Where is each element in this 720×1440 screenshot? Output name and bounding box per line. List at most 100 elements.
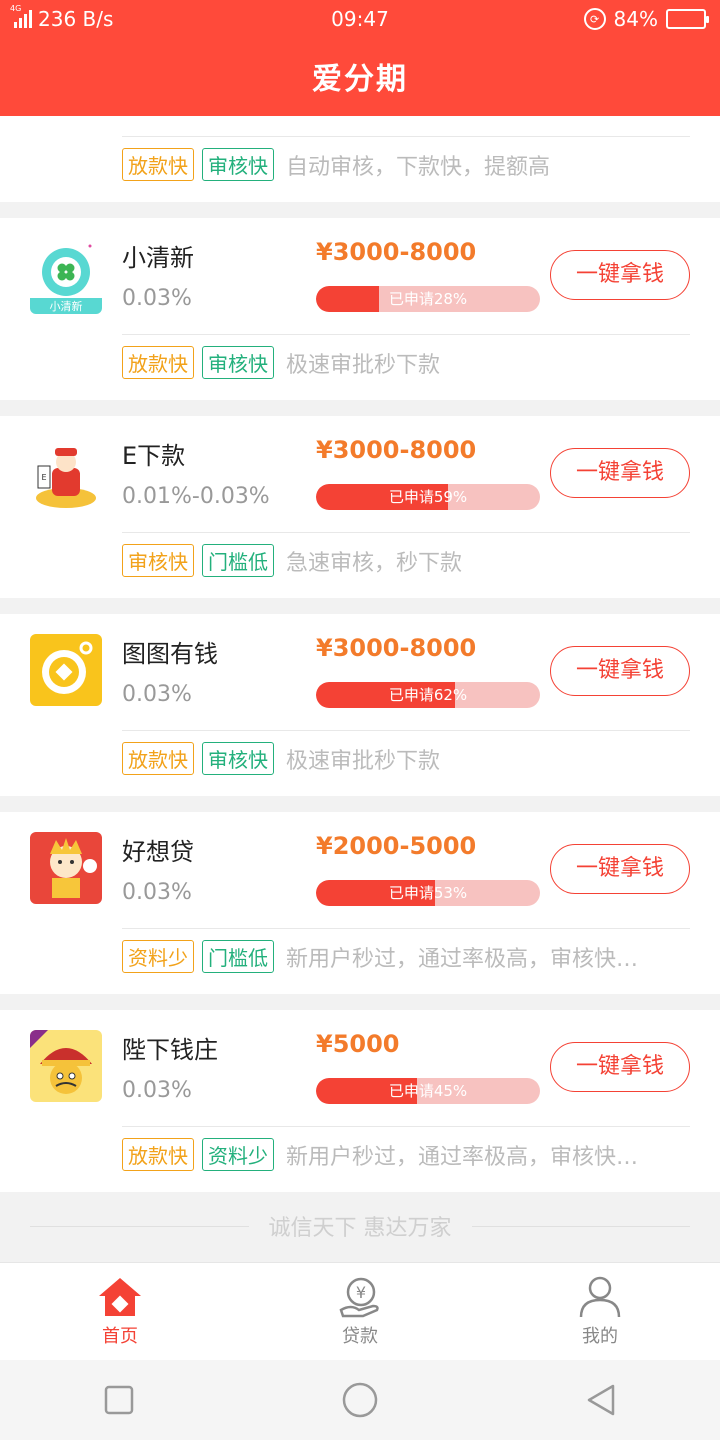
product-logo: E [30, 440, 102, 512]
product-description: 急速审核，秒下款 [286, 550, 463, 576]
home-button-icon[interactable] [341, 1381, 379, 1419]
applied-progress-bar: 已申请45% [316, 1078, 540, 1104]
page-title: 爱分期 [312, 62, 408, 97]
product-description: 极速审批秒下款 [286, 748, 441, 774]
tag-badge: 资料少 [202, 1138, 274, 1171]
rotation-lock-icon: ⟳ [583, 8, 606, 30]
tag-badge: 审核快 [202, 148, 274, 181]
loan-card[interactable]: 好想贷 0.03% ¥2000-5000 已申请53% 一键拿钱 资料少 门槛低… [0, 812, 720, 994]
product-description: 极速审批秒下款 [286, 352, 441, 378]
tag-row: 资料少 门槛低 新用户秒过，通过率极高，审核快… [122, 940, 690, 973]
get-money-button[interactable]: 一键拿钱 [550, 1042, 690, 1092]
interest-rate: 0.03% [122, 682, 192, 707]
product-description: 新用户秒过，通过率极高，审核快… [286, 1144, 639, 1170]
get-money-button[interactable]: 一键拿钱 [550, 448, 690, 498]
applied-percent-label: 已申请53% [388, 884, 468, 902]
applied-progress-bar: 已申请53% [316, 880, 540, 906]
divider [122, 532, 690, 533]
tag-badge: 审核快 [122, 544, 194, 577]
interest-rate: 0.03% [122, 880, 192, 905]
svg-text:¥: ¥ [356, 1283, 366, 1302]
logo-caption: 小清新 [49, 300, 83, 313]
applied-percent-label: 已申请28% [388, 290, 468, 308]
loan-card[interactable]: 图图有钱 0.03% ¥3000-8000 已申请62% 一键拿钱 放款快 审核… [0, 614, 720, 796]
divider [122, 1126, 690, 1127]
tag-badge: 放款快 [122, 1138, 194, 1171]
profile-icon [579, 1276, 621, 1317]
network-type: 4G [10, 4, 22, 13]
get-money-button[interactable]: 一键拿钱 [550, 250, 690, 300]
system-navigation-bar [0, 1360, 720, 1440]
loan-product-list[interactable]: 放款快 审核快 自动审核，下款快，提额高 小清新 小清新 0.03% ¥3000… [0, 116, 720, 1262]
tag-badge: 门槛低 [202, 940, 274, 973]
loan-amount: ¥3000-8000 [316, 634, 477, 662]
tag-badge: 放款快 [122, 148, 194, 181]
divider [30, 1225, 249, 1227]
product-description: 新用户秒过，通过率极高，审核快… [286, 946, 639, 972]
footer-slogan: 诚信天下 惠达万家 [30, 1206, 690, 1246]
tab-profile[interactable]: 我的 [480, 1263, 720, 1360]
tag-row: 放款快 审核快 极速审批秒下款 [122, 742, 690, 775]
tab-home[interactable]: 首页 [0, 1263, 240, 1360]
loan-amount: ¥5000 [316, 1030, 400, 1058]
product-name: 图图有钱 [122, 640, 218, 668]
divider [122, 136, 690, 137]
back-icon[interactable] [585, 1383, 617, 1417]
home-icon [99, 1277, 141, 1316]
recent-apps-icon[interactable] [103, 1384, 135, 1416]
applied-progress-bar: 已申请28% [316, 286, 540, 312]
product-name: 好想贷 [122, 838, 194, 866]
get-money-button[interactable]: 一键拿钱 [550, 844, 690, 894]
product-name: 陛下钱庄 [122, 1036, 218, 1064]
tab-label: 贷款 [342, 1325, 378, 1347]
tab-loan[interactable]: ¥ 贷款 [240, 1263, 480, 1360]
battery-icon [666, 9, 709, 29]
tag-row: 放款快 审核快 极速审批秒下款 [122, 346, 690, 379]
loan-icon: ¥ [339, 1277, 379, 1317]
bottom-tab-bar: 首页 ¥ 贷款 我的 [0, 1262, 720, 1360]
network-speed: 236 B/s [38, 7, 114, 31]
tag-badge: 审核快 [202, 346, 274, 379]
divider [471, 1225, 690, 1227]
loan-amount: ¥3000-8000 [316, 238, 477, 266]
tag-row: 审核快 门槛低 急速审核，秒下款 [122, 544, 690, 577]
tag-badge: 资料少 [122, 940, 194, 973]
status-bar: 4G 236 B/s 09:47 ⟳ 84% [0, 0, 720, 38]
tag-row: 放款快 资料少 新用户秒过，通过率极高，审核快… [122, 1138, 690, 1171]
tag-badge: 门槛低 [202, 544, 274, 577]
divider [122, 730, 690, 731]
applied-percent-label: 已申请45% [388, 1082, 468, 1100]
app-header: 4G 236 B/s 09:47 ⟳ 84% 爱分期 [0, 0, 720, 116]
interest-rate: 0.01%-0.03% [122, 484, 270, 509]
applied-progress-bar: 已申请62% [316, 682, 540, 708]
product-description: 自动审核，下款快，提额高 [286, 154, 551, 180]
product-logo [30, 832, 102, 904]
tag-badge: 放款快 [122, 742, 194, 775]
loan-card-partial: 放款快 审核快 自动审核，下款快，提额高 [0, 116, 720, 202]
tag-badge: 审核快 [202, 742, 274, 775]
get-money-button[interactable]: 一键拿钱 [550, 646, 690, 696]
loan-amount: ¥3000-8000 [316, 436, 477, 464]
product-name: E下款 [122, 442, 186, 470]
applied-percent-label: 已申请62% [388, 686, 468, 704]
product-name: 小清新 [122, 244, 194, 272]
loan-amount: ¥2000-5000 [316, 832, 477, 860]
loan-card[interactable]: E E下款 0.01%-0.03% ¥3000-8000 已申请59% 一键拿钱… [0, 416, 720, 598]
divider [122, 334, 690, 335]
tag-badge: 放款快 [122, 346, 194, 379]
loan-card[interactable]: 陛下钱庄 0.03% ¥5000 已申请45% 一键拿钱 放款快 资料少 新用户… [0, 1010, 720, 1192]
tag-row: 放款快 审核快 自动审核，下款快，提额高 [122, 148, 690, 181]
divider [122, 928, 690, 929]
applied-progress-bar: 已申请59% [316, 484, 540, 510]
interest-rate: 0.03% [122, 1078, 192, 1103]
product-logo [30, 634, 102, 706]
tab-label: 我的 [582, 1325, 618, 1347]
interest-rate: 0.03% [122, 286, 192, 311]
applied-percent-label: 已申请59% [388, 488, 468, 506]
product-logo [30, 1030, 102, 1102]
slogan-text: 诚信天下 惠达万家 [268, 1216, 452, 1241]
battery-percent: 84% [613, 7, 658, 31]
svg-text:E: E [41, 473, 46, 482]
loan-card[interactable]: 小清新 小清新 0.03% ¥3000-8000 已申请28% 一键拿钱 放款快… [0, 218, 720, 400]
tab-label: 首页 [102, 1325, 138, 1347]
